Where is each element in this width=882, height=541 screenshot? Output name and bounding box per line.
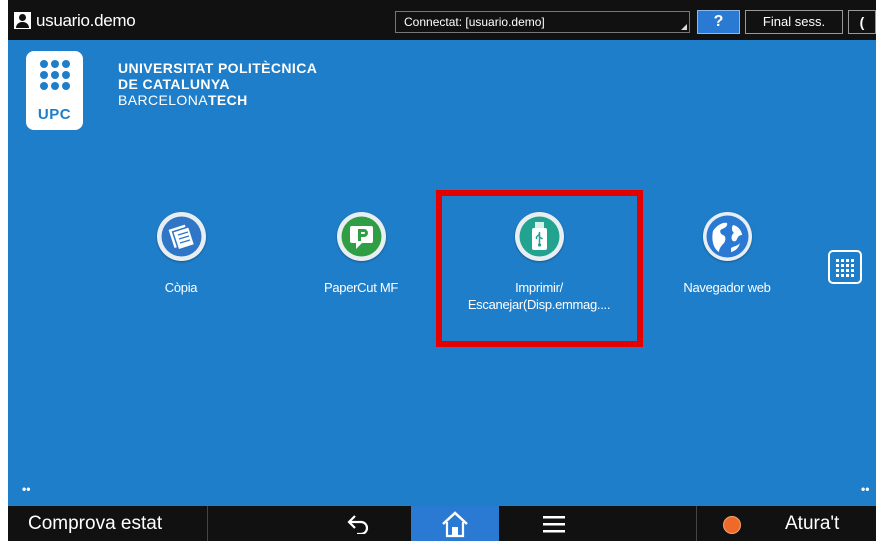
menu-button[interactable] [504, 506, 604, 541]
page-indicator-right[interactable]: •• [861, 482, 869, 496]
home-screen: usuario.demo Connectat: [usuario.demo] ?… [8, 0, 876, 541]
papercut-icon [336, 212, 386, 261]
back-button[interactable] [308, 506, 408, 541]
selection-highlight [436, 190, 643, 347]
help-button[interactable]: ? [697, 10, 740, 34]
energy-saver-button[interactable]: ( [848, 10, 876, 34]
logo-dots-icon [40, 60, 70, 90]
menu-icon [543, 516, 565, 533]
globe-icon [702, 212, 752, 261]
app-web-browser-label: Navegador web [683, 280, 771, 295]
upc-logo: UPC [26, 51, 83, 130]
university-name: UNIVERSITAT POLITÈCNICA DE CATALUNYA BAR… [118, 60, 317, 108]
page-indicator-left[interactable]: •• [22, 482, 30, 496]
home-icon [442, 511, 468, 538]
university-name-line2: DE CATALUNYA [118, 76, 230, 92]
bottom-bar: Comprova estat Atura't [8, 506, 876, 541]
app-copy[interactable]: Còpia [106, 212, 256, 296]
connected-status-text: Connectat: [usuario.demo] [404, 15, 545, 29]
logout-button[interactable]: Final sess. [745, 10, 843, 34]
username: usuario.demo [36, 11, 136, 30]
home-button[interactable] [411, 506, 499, 541]
top-bar: usuario.demo Connectat: [usuario.demo] ?… [8, 0, 876, 40]
dropdown-corner-icon [681, 24, 687, 30]
app-papercut-label: PaperCut MF [323, 280, 398, 295]
app-web-browser[interactable]: Navegador web [652, 212, 802, 296]
logo-text: UPC [37, 106, 72, 123]
app-list-button[interactable] [828, 250, 862, 284]
university-name-line3: BARCELONATECH [118, 92, 248, 108]
user-icon [14, 12, 31, 29]
app-papercut[interactable]: PaperCut MF [286, 212, 436, 296]
back-arrow-icon [347, 515, 369, 536]
check-status-button[interactable]: Comprova estat [8, 506, 208, 541]
stop-label: Atura't [785, 513, 840, 534]
app-copy-label: Còpia [164, 280, 198, 295]
connected-status-field[interactable]: Connectat: [usuario.demo] [395, 11, 690, 33]
stop-button[interactable]: Atura't [696, 506, 876, 541]
copy-icon [156, 212, 206, 261]
stop-icon [723, 516, 741, 534]
university-name-line1: UNIVERSITAT POLITÈCNICA [118, 60, 318, 76]
